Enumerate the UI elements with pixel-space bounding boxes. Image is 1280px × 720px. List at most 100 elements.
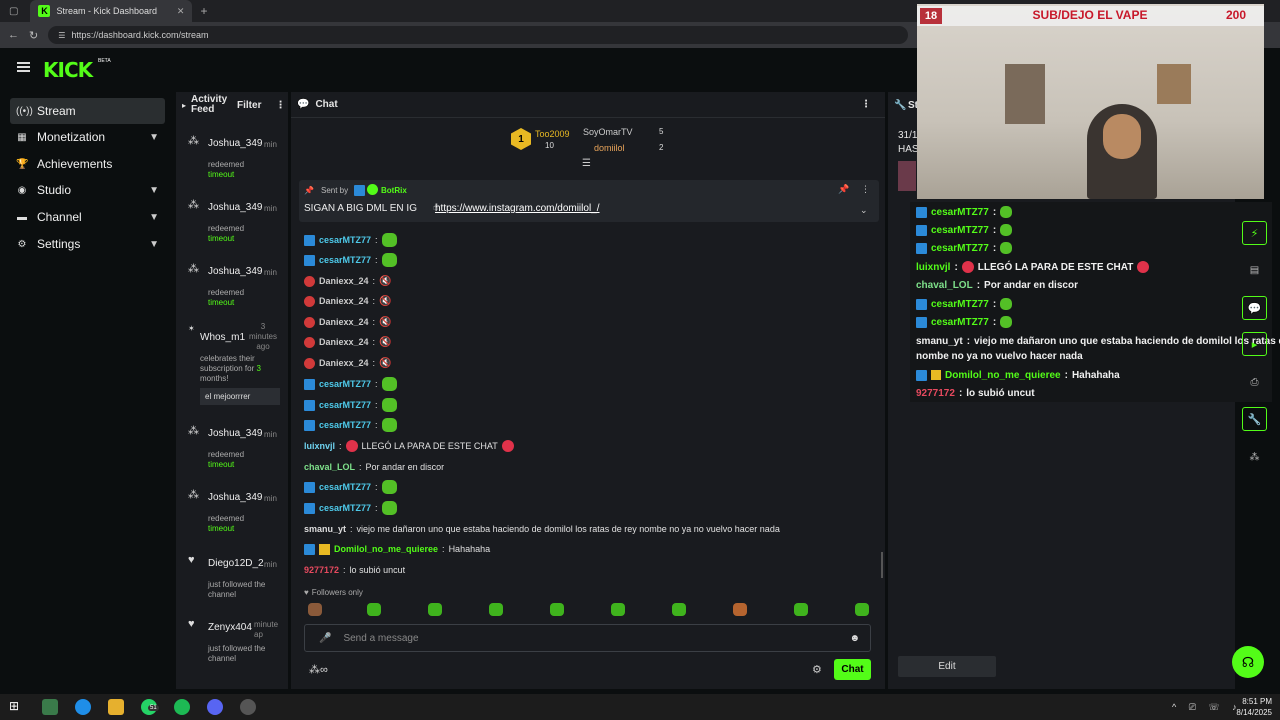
chat-message[interactable]: Daniexx_24: 🔇	[304, 313, 392, 331]
sidebar-item-channel[interactable]: ▬ Channel ▼	[10, 204, 165, 230]
chat-message[interactable]: cesarMTZ77:	[304, 375, 397, 393]
emoji-icon[interactable]: ☻	[849, 633, 860, 644]
chat-message[interactable]: 9277172: lo subió uncut	[304, 561, 405, 579]
pinned-bot-name[interactable]: BotRix	[381, 186, 407, 195]
obs-icon[interactable]	[240, 699, 256, 715]
chat-bubble-icon[interactable]: 💬	[1242, 296, 1267, 320]
close-tab-icon[interactable]: ✕	[177, 6, 185, 17]
document-icon[interactable]: ▤	[1242, 258, 1267, 282]
chat-message[interactable]: cesarMTZ77:	[304, 396, 397, 414]
chat-message[interactable]: cesarMTZ77:	[304, 478, 397, 496]
file-explorer-icon[interactable]	[108, 699, 124, 715]
chat-username[interactable]: cesarMTZ77	[319, 400, 371, 410]
chat-username[interactable]: Daniexx_24	[319, 276, 369, 286]
address-bar[interactable]: ☰ https://dashboard.kick.com/stream	[48, 26, 909, 44]
drag-handle-icon[interactable]: ▸	[182, 101, 186, 110]
gear-icon[interactable]: ⚙	[812, 663, 822, 676]
chat-message[interactable]: Daniexx_24: 🔇	[304, 333, 392, 351]
headset-support-icon[interactable]: ☊	[1232, 646, 1264, 678]
edge-browser-icon[interactable]	[75, 699, 91, 715]
hamburger-menu-icon[interactable]	[17, 62, 30, 72]
emote-icon[interactable]	[489, 603, 503, 616]
chat-message[interactable]: Daniexx_24: 🔇	[304, 354, 392, 372]
lightning-icon[interactable]: ⚡	[1242, 221, 1267, 245]
chat-username[interactable]: cesarMTZ77	[319, 420, 371, 430]
print-icon[interactable]: ⎙	[1242, 370, 1267, 394]
chat-message[interactable]: Domilol_no_me_quieree: Hahahaha	[304, 540, 490, 558]
edit-button[interactable]: Edit	[898, 656, 996, 677]
users-icon[interactable]: ⁂	[1242, 445, 1267, 469]
chat-message[interactable]: luixnvjl: LLEGÓ LA PARA DE ESTE CHAT	[304, 437, 514, 455]
unpin-icon[interactable]: 📌	[838, 184, 849, 195]
spotify-icon[interactable]	[174, 699, 190, 715]
wrench-icon[interactable]: 🔧	[1242, 407, 1267, 431]
terminal-app-icon[interactable]	[42, 699, 58, 715]
emote-icon[interactable]	[733, 603, 747, 616]
emote-icon[interactable]	[672, 603, 686, 616]
chat-username[interactable]: Daniexx_24	[319, 317, 369, 327]
chat-username[interactable]: cesarMTZ77	[319, 235, 371, 245]
chat-message[interactable]: Daniexx_24: 🔇	[304, 272, 392, 290]
kick-logo[interactable]: KICK	[43, 58, 93, 82]
chat-username[interactable]: luixnvjl	[304, 441, 335, 451]
sidebar-item-settings[interactable]: ⚙ Settings ▼	[10, 231, 165, 257]
chat-username[interactable]: cesarMTZ77	[319, 482, 371, 492]
chat-username[interactable]: Domilol_no_me_quieree	[334, 544, 438, 554]
whatsapp-icon[interactable]: 51	[141, 699, 159, 715]
chevron-down-icon[interactable]: ⌄	[860, 205, 868, 216]
chat-message[interactable]: chaval_LOL: Por andar en discor	[304, 458, 444, 476]
chat-username[interactable]: chaval_LOL	[304, 462, 355, 472]
mic-icon[interactable]: 🎤	[319, 633, 331, 644]
leader-name[interactable]: Too2009	[535, 129, 570, 139]
chat-message[interactable]: Daniexx_24: 🔇	[304, 292, 392, 310]
points-icon[interactable]: ⁂∞	[309, 663, 328, 676]
emote-icon[interactable]	[550, 603, 564, 616]
browser-tab[interactable]: K Stream - Kick Dashboard ✕	[30, 0, 193, 22]
more-options-icon[interactable]: ⋮	[861, 184, 870, 195]
chat-username[interactable]: cesarMTZ77	[319, 503, 371, 513]
chat-username[interactable]: 9277172	[304, 565, 339, 575]
chat-username[interactable]: Daniexx_24	[319, 358, 369, 368]
leader-name[interactable]: SoyOmarTV	[583, 127, 633, 137]
pinned-link[interactable]: https://www.instagram.com/domiilol_/	[435, 203, 600, 214]
window-menu-icon[interactable]: ▢	[9, 6, 18, 17]
emote-icon[interactable]	[367, 603, 381, 616]
chat-message[interactable]: smanu_yt: viejo me dañaron uno que estaba…	[304, 520, 780, 538]
chat-input[interactable]: 🎤 Send a message ☻	[304, 624, 871, 652]
taskbar-clock[interactable]: 8:51 PM 8/14/2025	[1228, 696, 1272, 718]
reload-icon[interactable]: ↻	[29, 29, 38, 42]
chat-username[interactable]: smanu_yt	[304, 524, 346, 534]
new-tab-icon[interactable]: +	[200, 4, 207, 18]
collapse-list-icon[interactable]: ☰	[582, 158, 591, 169]
chat-send-button[interactable]: Chat	[834, 659, 871, 680]
windows-start-icon[interactable]: ⊞	[9, 699, 25, 715]
pinned-message[interactable]: 📌 Sent by BotRix 📌 ⋮ SIGAN A BIG DML EN …	[299, 180, 879, 222]
more-options-icon[interactable]: ⋮	[861, 99, 871, 110]
discord-icon[interactable]	[207, 699, 223, 715]
sidebar-item-stream[interactable]: ((•)) Stream	[10, 98, 165, 124]
chat-message[interactable]: cesarMTZ77:	[304, 231, 397, 249]
leader-name[interactable]: domiilol	[594, 143, 625, 153]
filter-button[interactable]: Filter	[237, 100, 261, 111]
sidebar-item-studio[interactable]: ◉ Studio ▼	[10, 177, 165, 203]
more-options-icon[interactable]: ⋮	[275, 100, 285, 111]
site-info-icon[interactable]: ☰	[58, 31, 65, 40]
chat-username[interactable]: cesarMTZ77	[319, 379, 371, 389]
chat-username[interactable]: cesarMTZ77	[319, 255, 371, 265]
chat-username[interactable]: Daniexx_24	[319, 337, 369, 347]
emote-icon[interactable]	[308, 603, 322, 616]
emote-icon[interactable]	[428, 603, 442, 616]
emote-icon[interactable]	[855, 603, 869, 616]
chat-message[interactable]: cesarMTZ77:	[304, 251, 397, 269]
chat-message[interactable]: cesarMTZ77:	[304, 416, 397, 434]
scrollbar[interactable]	[881, 552, 883, 578]
sidebar-item-achievements[interactable]: 🏆 Achievements	[10, 151, 165, 177]
sidebar-item-monetization[interactable]: ▦ Monetization ▼	[10, 124, 165, 150]
emote-icon[interactable]	[794, 603, 808, 616]
expand-icon[interactable]: ▸	[1242, 332, 1267, 356]
chat-message[interactable]: cesarMTZ77:	[304, 499, 397, 517]
back-icon[interactable]: ←	[8, 29, 19, 41]
emote-icon[interactable]	[611, 603, 625, 616]
chat-username[interactable]: Daniexx_24	[319, 296, 369, 306]
activity-item-subscription[interactable]: ✶ Whos_m1 3 minutes ago celebrates their…	[176, 322, 288, 406]
